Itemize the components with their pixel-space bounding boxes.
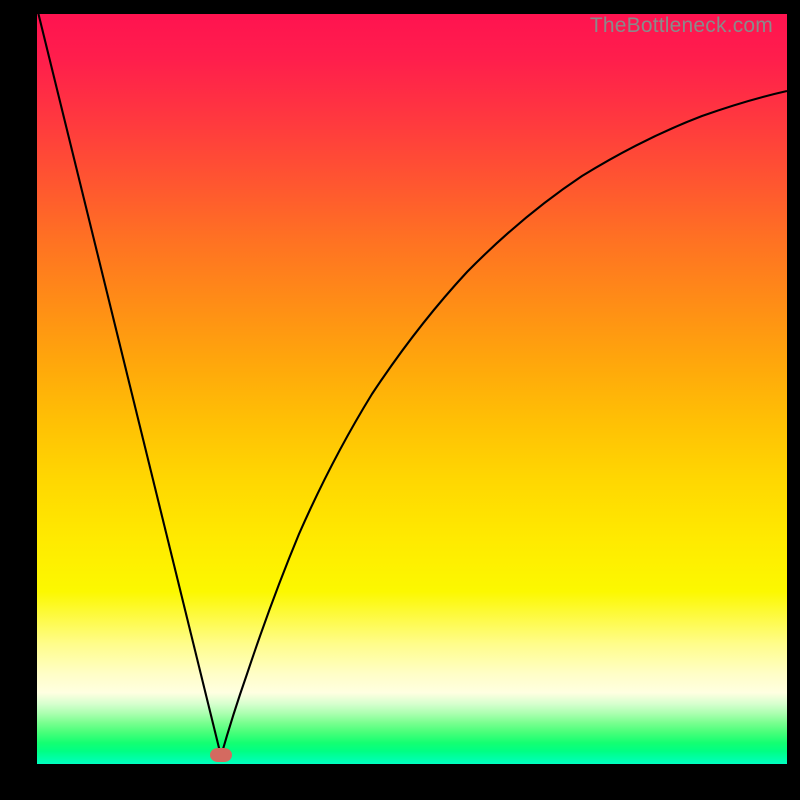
plot-area: TheBottleneck.com xyxy=(37,14,787,764)
curve-left-segment xyxy=(37,8,221,756)
minimum-marker xyxy=(210,748,232,762)
chart-frame: TheBottleneck.com xyxy=(0,0,800,800)
curve-plot xyxy=(37,14,787,764)
curve-right-segment xyxy=(221,91,787,756)
